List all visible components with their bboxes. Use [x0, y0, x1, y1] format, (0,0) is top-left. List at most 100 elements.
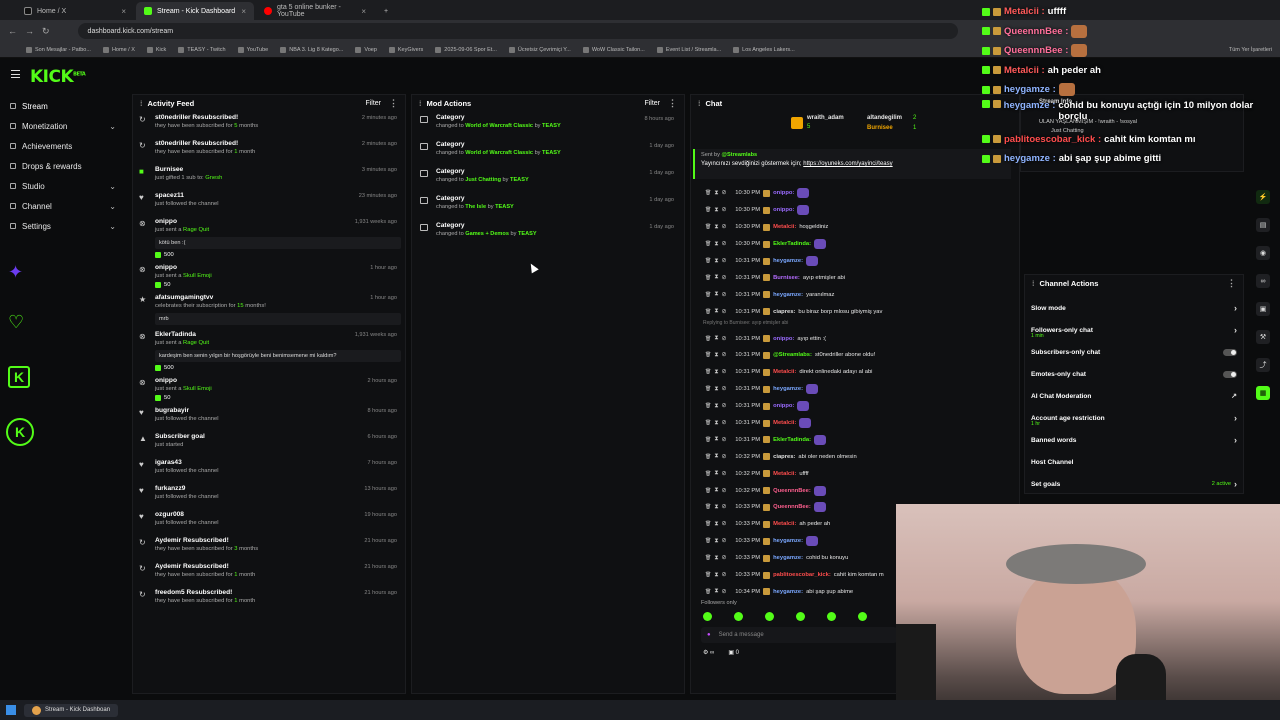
ban-icon[interactable]: ⊘ — [721, 572, 726, 578]
activity-feed-item[interactable]: ⊗ onippo just sent a Skull Emoji 1 hour ago… — [133, 261, 405, 291]
channel-action-followers-only-chat[interactable]: Followers-only chat 1 min › — [1025, 319, 1243, 341]
more-options-icon[interactable]: ⋮ — [1227, 278, 1236, 289]
timeout-icon[interactable]: ⧗ — [714, 190, 718, 197]
bookmark-item[interactable]: NBA 3. Lig 8 Katego... — [280, 46, 343, 53]
taskbar-app[interactable]: Stream - Kick Dashboan — [24, 703, 119, 717]
activity-feed-item[interactable]: ★ afatsumgamingtvv celebrates their subscr… — [133, 291, 405, 328]
chat-message[interactable]: 🗑 ⧗ ⊘ 10:32 PM ciapres: abi oler neden olmesi… — [691, 448, 1019, 465]
chat-username[interactable]: EklerTadinda: — [773, 437, 811, 443]
chat-username[interactable]: QueennnBee: — [773, 488, 811, 494]
bookmark-item[interactable]: Event List / Streamla... — [656, 46, 721, 53]
chat-message[interactable]: 🗑 ⧗ ⊘ 10:31 PM heygamze: yaranılmaz — [691, 286, 1019, 303]
timeout-icon[interactable]: ⧗ — [714, 555, 718, 562]
ban-icon[interactable]: ⊘ — [721, 555, 726, 561]
close-tab-icon[interactable]: × — [121, 7, 126, 16]
forward-icon[interactable]: → — [25, 26, 34, 36]
bookmark-item[interactable]: YouTube — [237, 46, 268, 53]
timeout-icon[interactable]: ⧗ — [714, 274, 718, 281]
chat-message[interactable]: 🗑 ⧗ ⊘ 10:30 PM EklerTadinda: — [691, 236, 1019, 253]
delete-icon[interactable]: 🗑 — [705, 352, 711, 358]
ban-icon[interactable]: ⊘ — [721, 309, 726, 315]
emote-icon[interactable] — [858, 612, 867, 622]
chat-username[interactable]: QueennnBee: — [773, 504, 811, 510]
timeout-icon[interactable]: ⧗ — [714, 369, 718, 376]
delete-icon[interactable]: 🗑 — [705, 309, 711, 315]
delete-icon[interactable]: 🗑 — [705, 572, 711, 578]
ban-icon[interactable]: ⊘ — [721, 224, 726, 230]
timeout-icon[interactable]: ⧗ — [714, 487, 718, 494]
toggle-switch[interactable] — [1223, 348, 1237, 356]
emote-icon[interactable] — [734, 612, 743, 622]
sidebar-item-monetization[interactable]: Monetization ⌄ — [0, 116, 128, 136]
delete-icon[interactable]: 🗑 — [705, 471, 711, 477]
chat-message[interactable]: 🗑 ⧗ ⊘ 10:31 PM ciapres: bu biraz borp mlosu g… — [691, 303, 1019, 320]
sidebar-item-drops-rewards[interactable]: Drops & rewards — [0, 156, 128, 176]
activity-feed-item[interactable]: ⊗ EklerTadinda just sent a Rage Quit 1,931 … — [133, 328, 405, 374]
ban-icon[interactable]: ⊘ — [721, 190, 726, 196]
timeout-icon[interactable]: ⧗ — [714, 352, 718, 359]
delete-icon[interactable]: 🗑 — [705, 488, 711, 494]
ban-icon[interactable]: ⊘ — [721, 258, 726, 264]
delete-icon[interactable]: 🗑 — [705, 437, 711, 443]
kick-logo[interactable]: KICKBETA — [30, 67, 86, 87]
browser-tab[interactable]: gta 5 online bunker - YouTube × — [256, 2, 374, 20]
sidebar-item-channel[interactable]: Channel ⌄ — [0, 196, 128, 216]
activity-feed-item[interactable]: ↻ Aydemir Resubscribed! they have been sub… — [133, 534, 405, 560]
sidebar-item-stream[interactable]: Stream — [0, 96, 128, 116]
delete-icon[interactable]: 🗑 — [705, 207, 711, 213]
ban-icon[interactable]: ⊘ — [721, 386, 726, 392]
chat-username[interactable]: pablitoescobar_kick: — [773, 572, 831, 578]
close-tab-icon[interactable]: × — [361, 7, 366, 16]
channel-action-ai-chat-moderation[interactable]: AI Chat Moderation ↗ — [1025, 385, 1243, 407]
browser-tab-active[interactable]: Stream - Kick Dashboard × — [136, 2, 254, 20]
timeout-icon[interactable]: ⧗ — [714, 291, 718, 298]
channel-action-banned-words[interactable]: Banned words › — [1025, 429, 1243, 451]
ban-icon[interactable]: ⊘ — [721, 420, 726, 426]
activity-feed-item[interactable]: ↻ freedom5 Resubscribed! they have been su… — [133, 586, 405, 612]
filter-button[interactable]: Filter — [365, 100, 381, 107]
timeout-icon[interactable]: ⧗ — [714, 207, 718, 214]
link-icon[interactable]: ∞ — [1256, 274, 1270, 288]
emote-icon[interactable] — [703, 612, 712, 622]
timeout-icon[interactable]: ⧗ — [714, 521, 718, 528]
menu-icon[interactable] — [11, 70, 20, 78]
ban-icon[interactable]: ⊘ — [721, 352, 726, 358]
delete-icon[interactable]: 🗑 — [705, 538, 711, 544]
clipboard-icon[interactable]: ▤ — [1256, 218, 1270, 232]
drag-handle-icon[interactable]: ⁞ — [140, 99, 143, 108]
activity-feed-item[interactable]: ⊗ onippo just sent a Rage Quit 1,931 weeks … — [133, 215, 405, 261]
delete-icon[interactable]: 🗑 — [705, 336, 711, 342]
emote-picker-icon[interactable]: ● — [707, 632, 711, 638]
chat-message[interactable]: 🗑 ⧗ ⊘ 10:30 PM Metalcii: hoşgeldiniz — [691, 219, 1019, 236]
delete-icon[interactable]: 🗑 — [705, 224, 711, 230]
chat-input[interactable]: ● Send a message — [701, 627, 897, 644]
bookmark-item[interactable]: KeyGivers — [388, 46, 423, 53]
timeout-icon[interactable]: ⧗ — [714, 453, 718, 460]
chat-username[interactable]: Metalcii: — [773, 224, 796, 230]
delete-icon[interactable]: 🗑 — [705, 275, 711, 281]
chat-username[interactable]: heygamze: — [773, 292, 803, 298]
close-tab-icon[interactable]: × — [241, 7, 246, 16]
delete-icon[interactable]: 🗑 — [705, 292, 711, 298]
channel-action-slow-mode[interactable]: Slow mode › — [1025, 297, 1243, 319]
ban-icon[interactable]: ⊘ — [721, 275, 726, 281]
ban-icon[interactable]: ⊘ — [721, 292, 726, 298]
timeout-icon[interactable]: ⧗ — [714, 224, 718, 231]
mod-action-item[interactable]: Category changed to The Isle by TEASY 1 da… — [412, 192, 684, 219]
chat-message[interactable]: 🗑 ⧗ ⊘ 10:30 PM onippo: — [691, 185, 1019, 202]
timeout-icon[interactable]: ⧗ — [714, 403, 718, 410]
filter-button[interactable]: Filter — [644, 100, 660, 107]
add-widget-icon[interactable]: ▦ — [1256, 386, 1270, 400]
chat-username[interactable]: onippo: — [773, 190, 794, 196]
chat-message[interactable]: 🗑 ⧗ ⊘ 10:32 PM QueennnBee: — [691, 482, 1019, 499]
sidebar-item-studio[interactable]: Studio ⌄ — [0, 176, 128, 196]
delete-icon[interactable]: 🗑 — [705, 369, 711, 375]
more-options-icon[interactable]: ⋮ — [668, 98, 677, 109]
channel-action-set-goals[interactable]: Set goals 2 active › — [1025, 473, 1243, 495]
bookmark-item[interactable]: 2025-09-06 Spor Et... — [435, 46, 497, 53]
channel-action-host-channel[interactable]: Host Channel — [1025, 451, 1243, 473]
more-options-icon[interactable]: ⋮ — [389, 98, 398, 109]
browser-tab[interactable]: Home / X × — [16, 2, 134, 20]
bookmark-item[interactable]: Home / X — [102, 46, 135, 53]
chat-message[interactable]: 🗑 ⧗ ⊘ 10:31 PM heygamze: — [691, 381, 1019, 398]
